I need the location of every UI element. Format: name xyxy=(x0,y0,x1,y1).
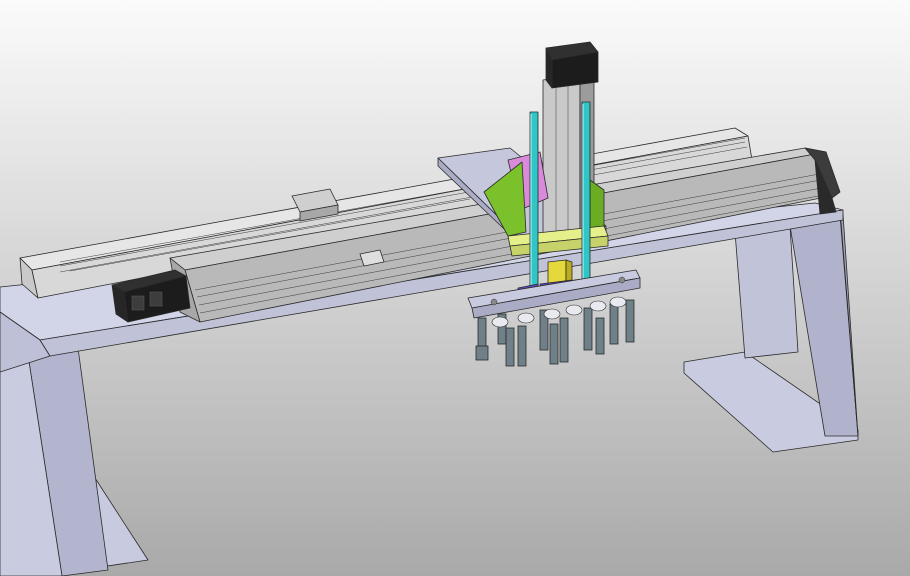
z-axis-servo-motor[interactable] xyxy=(545,41,599,89)
right-support-leg xyxy=(683,209,859,453)
cad-viewport[interactable] xyxy=(0,0,910,576)
left-support-leg xyxy=(0,347,149,576)
motor-connector-icon xyxy=(131,295,145,311)
gantry-robot-model[interactable] xyxy=(0,0,910,576)
motor-connector-icon xyxy=(149,291,163,307)
